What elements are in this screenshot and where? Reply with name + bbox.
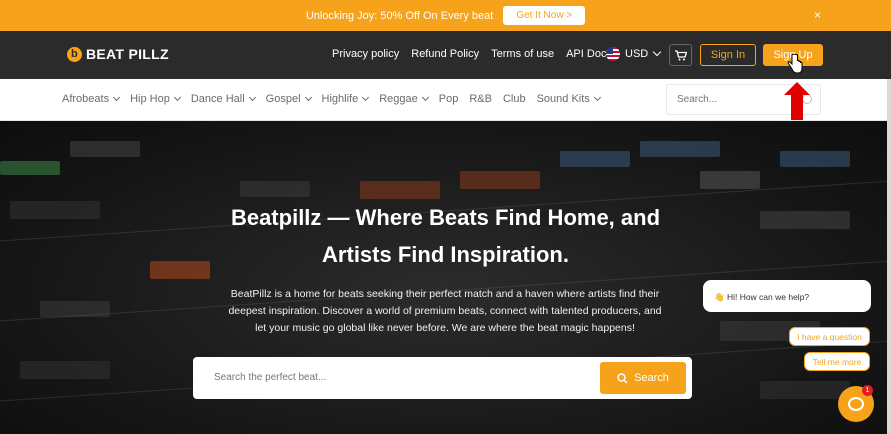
chat-notification-badge: 1	[862, 385, 873, 396]
category-nav: Afrobeats Hip Hop Dance Hall Gospel High…	[62, 93, 611, 105]
category-club[interactable]: Club	[503, 93, 526, 105]
chat-option-tell-more[interactable]: Tell me more	[804, 352, 870, 371]
chevron-down-icon	[421, 93, 429, 102]
main-header: b BEAT PILLZ Privacy policy Refund Polic…	[0, 31, 891, 79]
hero-desc-line1: BeatPillz is a home for beats seeking th…	[230, 288, 660, 300]
nav-terms-of-use[interactable]: Terms of use	[491, 48, 554, 60]
category-label: Highlife	[321, 93, 359, 105]
category-label: Dance Hall	[190, 93, 245, 105]
hero-desc-line3: let your music go global like never befo…	[255, 322, 635, 334]
hero-title-line1: Beatpillz — Where Beats Find Home, and	[230, 205, 661, 230]
chat-greeting-bubble: 👋 Hi! How can we help?	[703, 280, 871, 312]
sign-in-button[interactable]: Sign In	[700, 44, 756, 66]
category-label: R&B	[469, 93, 492, 105]
category-afrobeats[interactable]: Afrobeats	[62, 93, 121, 105]
hero-section: Beatpillz — Where Beats Find Home, and A…	[0, 121, 891, 434]
category-label: Pop	[438, 93, 459, 105]
hero-description: BeatPillz is a home for beats seeking th…	[205, 286, 685, 337]
hero-search-button[interactable]: Search	[600, 362, 686, 394]
logo-text: BEAT PILLZ	[86, 46, 169, 62]
hero-search-button-label: Search	[634, 372, 669, 384]
category-gospel[interactable]: Gospel	[265, 93, 312, 105]
promo-cta-button[interactable]: Get It Now >	[503, 6, 586, 25]
nav-refund-policy[interactable]: Refund Policy	[411, 48, 479, 60]
site-logo[interactable]: b BEAT PILLZ	[67, 46, 169, 62]
category-label: Reggae	[379, 93, 418, 105]
chevron-down-icon	[173, 93, 181, 102]
chevron-down-icon	[304, 93, 312, 102]
cart-button[interactable]	[669, 44, 692, 66]
promo-close-icon[interactable]: ×	[814, 8, 821, 22]
category-rnb[interactable]: R&B	[469, 93, 492, 105]
category-label: Hip Hop	[130, 93, 170, 105]
promo-bar: Unlocking Joy: 50% Off On Every beat Get…	[0, 0, 891, 31]
category-highlife[interactable]: Highlife	[321, 93, 370, 105]
logo-mark-icon: b	[67, 46, 82, 62]
header-search-input[interactable]	[677, 85, 797, 114]
cart-icon	[674, 49, 687, 60]
category-label: Afrobeats	[62, 93, 110, 105]
category-hip-hop[interactable]: Hip Hop	[130, 93, 181, 105]
category-sound-kits[interactable]: Sound Kits	[536, 93, 601, 105]
search-icon	[617, 372, 628, 384]
nav-privacy-policy[interactable]: Privacy policy	[332, 48, 399, 60]
hero-title-line2: Artists Find Inspiration.	[322, 242, 569, 267]
currency-label: USD	[625, 48, 649, 60]
chevron-down-icon	[593, 93, 601, 102]
hero-search-bar: Search the perfect beat... Search	[193, 357, 692, 399]
hero-title: Beatpillz — Where Beats Find Home, and A…	[0, 199, 891, 273]
annotation-arrow-icon	[784, 82, 810, 120]
category-reggae[interactable]: Reggae	[379, 93, 429, 105]
hand-cursor-icon	[787, 54, 803, 74]
chat-bubble-icon	[848, 397, 864, 411]
currency-selector[interactable]: USD	[606, 47, 662, 61]
chevron-down-icon	[113, 93, 121, 102]
chat-option-question[interactable]: I have a question	[789, 327, 870, 346]
us-flag-icon	[606, 47, 620, 61]
category-dance-hall[interactable]: Dance Hall	[190, 93, 256, 105]
category-label: Club	[502, 93, 526, 105]
scrollbar-track[interactable]	[887, 79, 891, 434]
hero-search-input[interactable]: Search the perfect beat...	[214, 372, 326, 383]
hero-desc-line2: deepest inspiration. Discover a world of…	[228, 305, 662, 317]
category-pop[interactable]: Pop	[439, 93, 459, 105]
chevron-down-icon	[362, 93, 370, 102]
promo-text: Unlocking Joy: 50% Off On Every beat	[305, 9, 494, 22]
top-nav: Privacy policy Refund Policy Terms of us…	[332, 48, 624, 60]
chevron-down-icon	[652, 47, 662, 57]
chevron-down-icon	[248, 93, 256, 102]
category-label: Gospel	[265, 93, 301, 105]
category-label: Sound Kits	[536, 93, 590, 105]
